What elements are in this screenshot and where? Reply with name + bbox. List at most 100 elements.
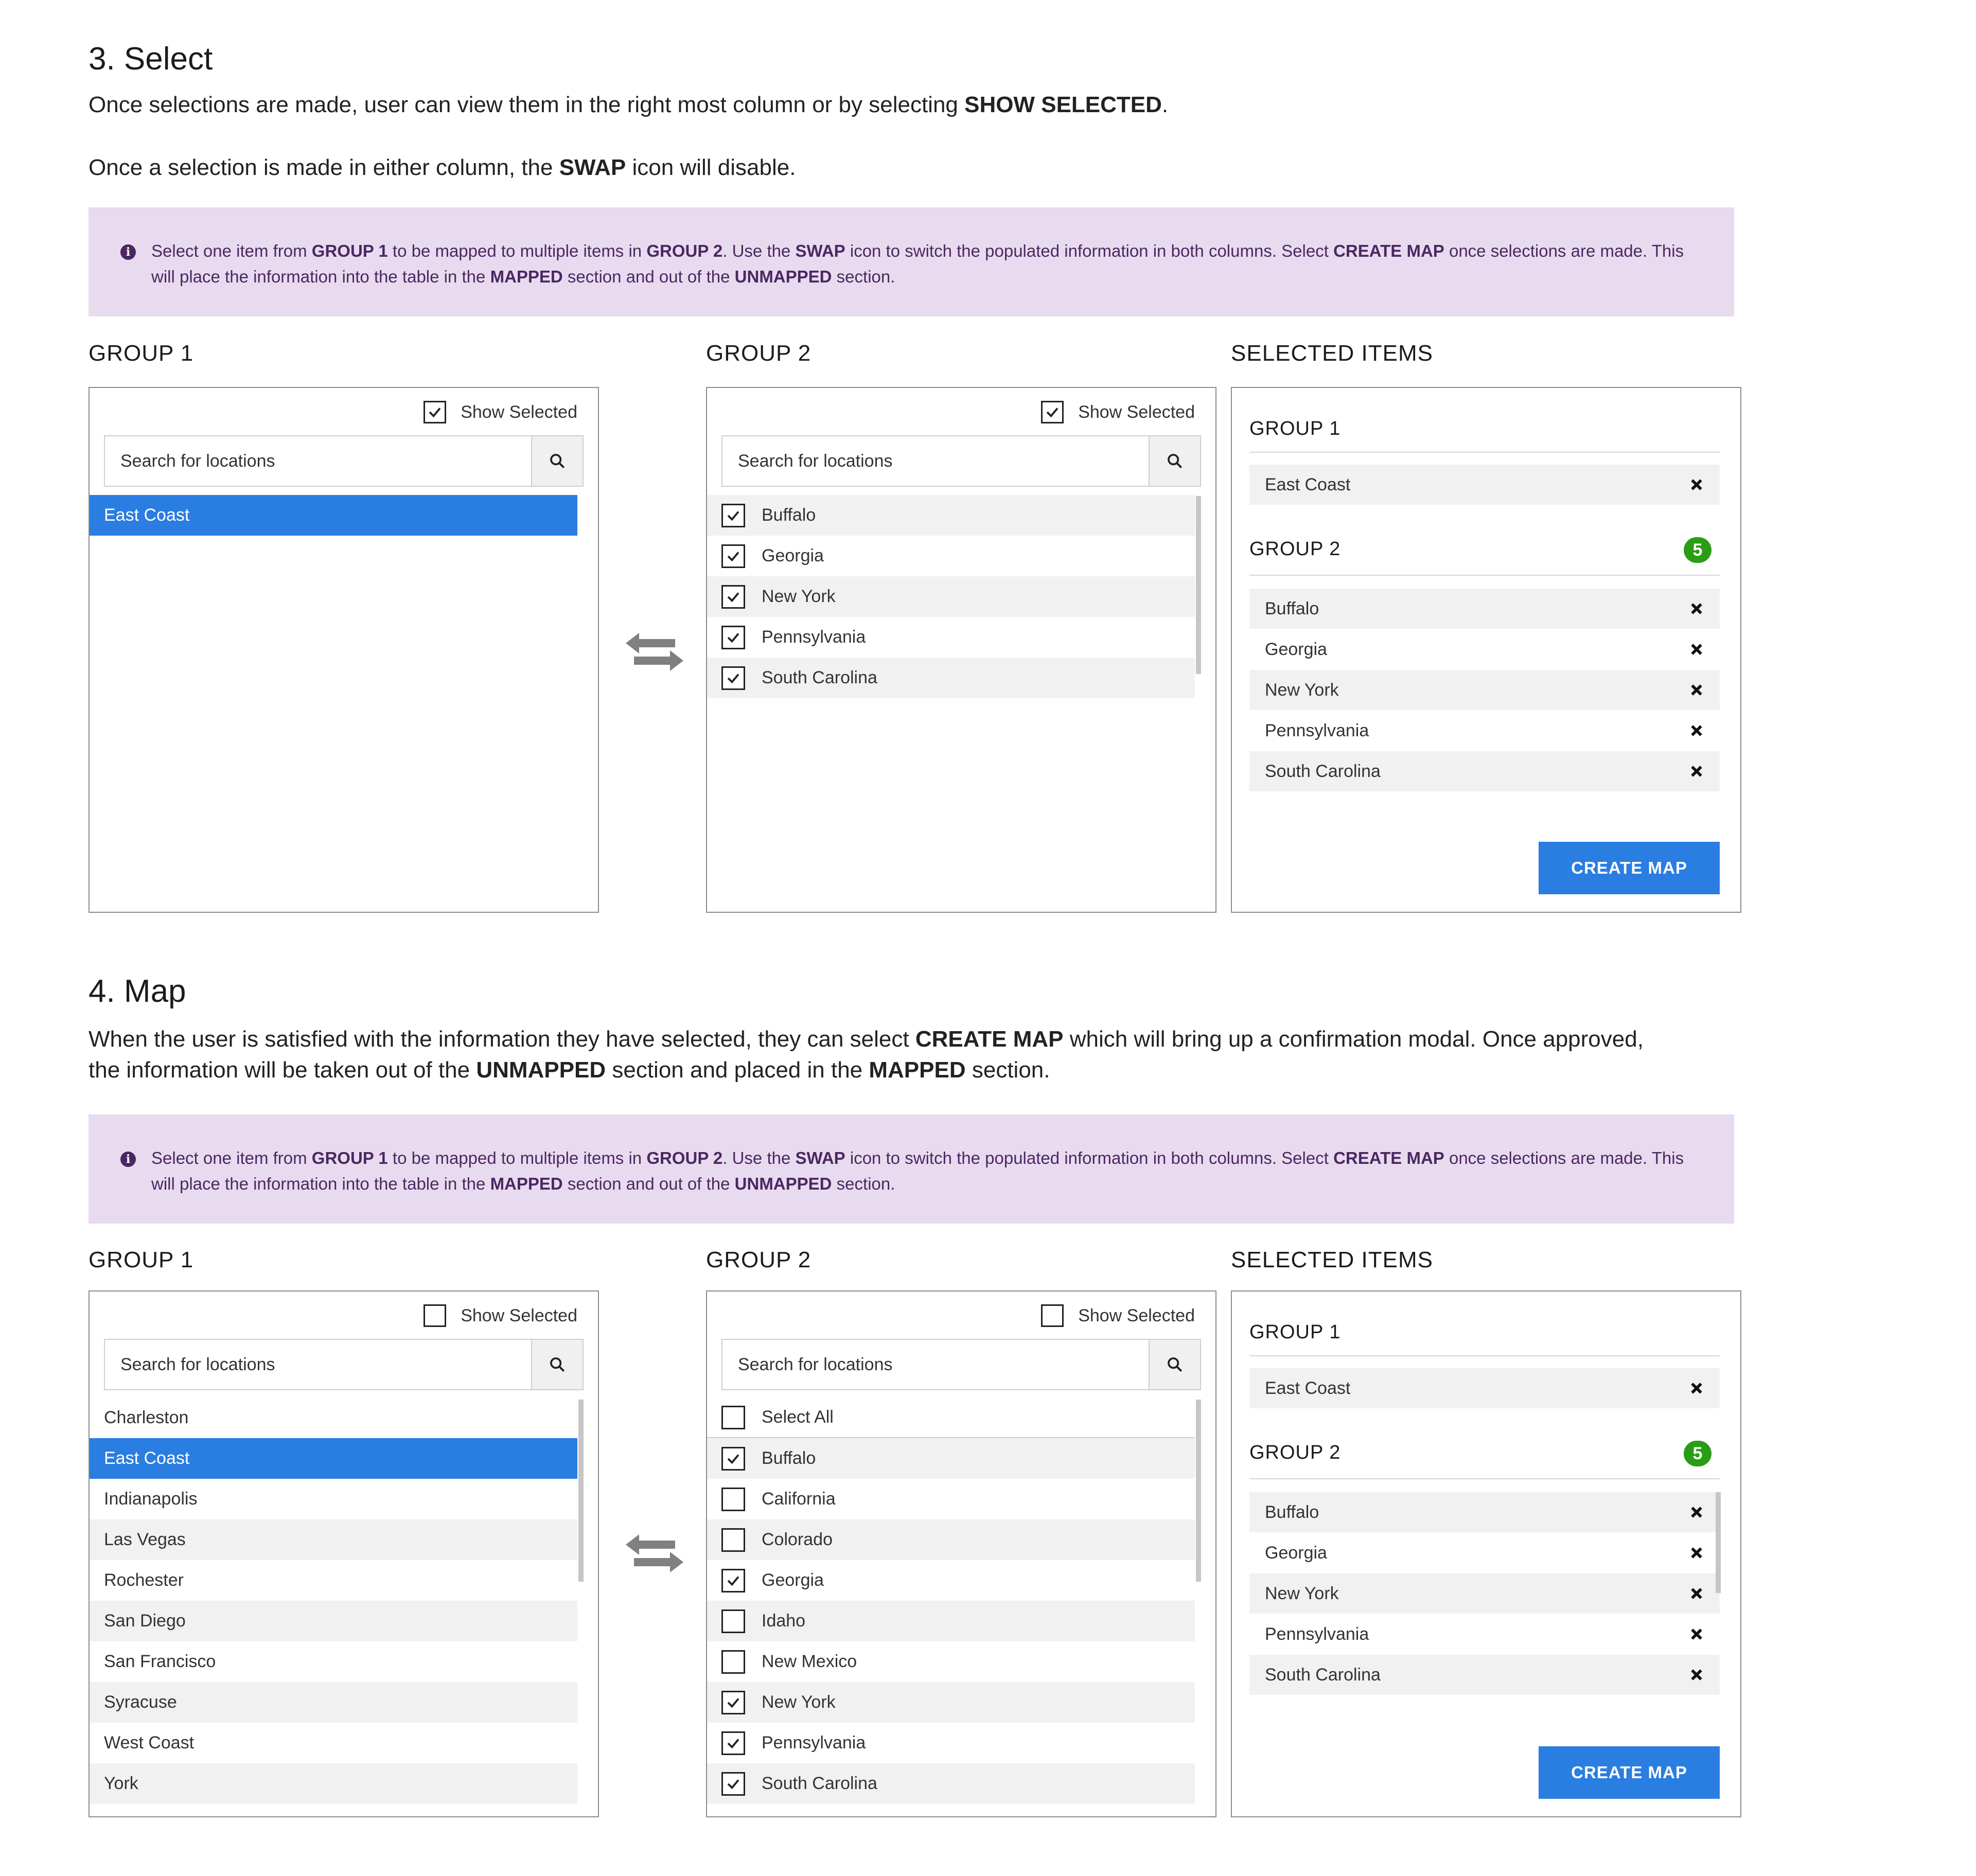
remove-icon[interactable] <box>1689 682 1704 698</box>
section-select: 3. Select <box>89 40 1890 78</box>
scrollbar[interactable] <box>1716 1492 1721 1593</box>
notice-text: Select one item from GROUP 1 to be mappe… <box>151 241 1684 286</box>
section-description: When the user is satisfied with the info… <box>89 1027 1644 1052</box>
search-input[interactable] <box>105 436 531 486</box>
search-box <box>104 435 584 487</box>
selected-item: Pennsylvania <box>1249 711 1720 751</box>
list-item[interactable]: New York <box>707 576 1195 617</box>
checkbox[interactable] <box>721 585 745 609</box>
scrollbar[interactable] <box>1196 496 1201 674</box>
list-item[interactable]: Idaho <box>707 1601 1195 1641</box>
create-map-button[interactable]: CREATE MAP <box>1539 842 1720 894</box>
checkbox[interactable] <box>721 1528 745 1552</box>
checkbox[interactable] <box>1041 1304 1064 1327</box>
remove-icon[interactable] <box>1689 1626 1704 1642</box>
check-icon <box>727 1576 739 1586</box>
list-item[interactable]: California <box>707 1479 1195 1519</box>
remove-icon[interactable] <box>1689 642 1704 657</box>
list-item[interactable]: New York <box>707 1682 1195 1723</box>
show-selected-toggle[interactable]: Show Selected <box>1041 1304 1195 1327</box>
search-input[interactable] <box>722 1340 1149 1389</box>
list-item[interactable]: York <box>90 1763 577 1804</box>
notice-text: Select one item from GROUP 1 to be mappe… <box>151 1148 1684 1193</box>
selected-items-panel: GROUP 1 East Coast GROUP 2 5 Buffalo Geo… <box>1231 1290 1741 1817</box>
check-icon <box>727 1738 739 1748</box>
checkbox[interactable] <box>721 1772 745 1796</box>
list-item[interactable]: Charleston <box>90 1397 577 1438</box>
checkbox[interactable] <box>721 503 745 527</box>
search-box <box>721 435 1201 487</box>
search-button[interactable] <box>531 436 583 486</box>
checkbox[interactable] <box>721 1446 745 1471</box>
search-button[interactable] <box>1149 1340 1200 1389</box>
list-item[interactable]: West Coast <box>90 1723 577 1763</box>
section-map: 4. Map <box>89 972 1890 1011</box>
remove-icon[interactable] <box>1689 1545 1704 1561</box>
remove-icon[interactable] <box>1689 1667 1704 1683</box>
checkbox[interactable] <box>1041 401 1064 423</box>
checkbox[interactable] <box>721 1405 745 1429</box>
checkbox[interactable] <box>424 1304 447 1327</box>
scrollbar[interactable] <box>1196 1400 1201 1582</box>
list-item[interactable]: San Francisco <box>90 1641 577 1682</box>
list-item[interactable]: Buffalo <box>707 495 1195 536</box>
show-selected-toggle[interactable]: Show Selected <box>1041 401 1195 423</box>
checkbox[interactable] <box>721 666 745 690</box>
list-item[interactable]: Indianapolis <box>90 1479 577 1519</box>
group2-title: GROUP 2 <box>706 341 811 366</box>
checkbox[interactable] <box>721 1650 745 1674</box>
remove-icon[interactable] <box>1689 601 1704 616</box>
list-item[interactable]: Rochester <box>90 1560 577 1601</box>
remove-icon[interactable] <box>1689 764 1704 779</box>
checkbox[interactable] <box>721 1609 745 1633</box>
list-item[interactable]: East Coast <box>90 1438 577 1479</box>
list-item[interactable]: San Diego <box>90 1601 577 1641</box>
search-button[interactable] <box>531 1340 583 1389</box>
list-item[interactable]: Pennsylvania <box>707 617 1195 658</box>
search-input[interactable] <box>105 1340 531 1389</box>
group2-list: Select All Buffalo California Colorado G… <box>707 1397 1195 1804</box>
list-item[interactable]: South Carolina <box>707 1763 1195 1804</box>
list-item[interactable]: New Mexico <box>707 1641 1195 1682</box>
swap-icon[interactable] <box>624 629 685 675</box>
search-icon <box>1168 1357 1183 1372</box>
list-item[interactable]: Georgia <box>707 536 1195 576</box>
list-item[interactable]: Pennsylvania <box>707 1723 1195 1763</box>
list-item[interactable]: Las Vegas <box>90 1519 577 1560</box>
show-selected-toggle[interactable]: Show Selected <box>424 401 577 423</box>
selected-item: New York <box>1249 1573 1720 1614</box>
checkbox[interactable] <box>721 544 745 568</box>
selected-group2-title: GROUP 2 <box>1249 538 1341 560</box>
list-item[interactable]: Georgia <box>707 1560 1195 1601</box>
selected-item: South Carolina <box>1249 1655 1720 1695</box>
checkbox[interactable] <box>721 625 745 649</box>
selected-item: Buffalo <box>1249 589 1720 629</box>
remove-icon[interactable] <box>1689 1505 1704 1520</box>
checkbox[interactable] <box>721 1731 745 1755</box>
remove-icon[interactable] <box>1689 477 1704 492</box>
search-icon <box>1168 454 1183 469</box>
remove-icon[interactable] <box>1689 723 1704 738</box>
scrollbar[interactable] <box>578 1400 584 1582</box>
swap-icon[interactable] <box>624 1530 685 1577</box>
divider <box>1249 1478 1720 1479</box>
checkbox[interactable] <box>721 1487 745 1511</box>
checkbox[interactable] <box>424 401 447 423</box>
list-item[interactable]: Colorado <box>707 1519 1195 1560</box>
list-item[interactable]: Syracuse <box>90 1682 577 1723</box>
checkbox[interactable] <box>721 1690 745 1714</box>
list-item[interactable]: Buffalo <box>707 1438 1195 1479</box>
list-item[interactable]: South Carolina <box>707 658 1195 698</box>
show-selected-toggle[interactable]: Show Selected <box>424 1304 577 1327</box>
list-item[interactable]: East Coast <box>90 495 577 536</box>
search-input[interactable] <box>722 436 1149 486</box>
checkbox[interactable] <box>721 1568 745 1592</box>
select-all-item[interactable]: Select All <box>707 1397 1195 1438</box>
remove-icon[interactable] <box>1689 1381 1704 1396</box>
remove-icon[interactable] <box>1689 1586 1704 1601</box>
search-button[interactable] <box>1149 436 1200 486</box>
group1-title: GROUP 1 <box>89 341 194 366</box>
group2-panel: Show Selected Select All Buffalo Califor… <box>706 1290 1216 1817</box>
check-icon <box>727 673 739 683</box>
create-map-button[interactable]: CREATE MAP <box>1539 1746 1720 1799</box>
